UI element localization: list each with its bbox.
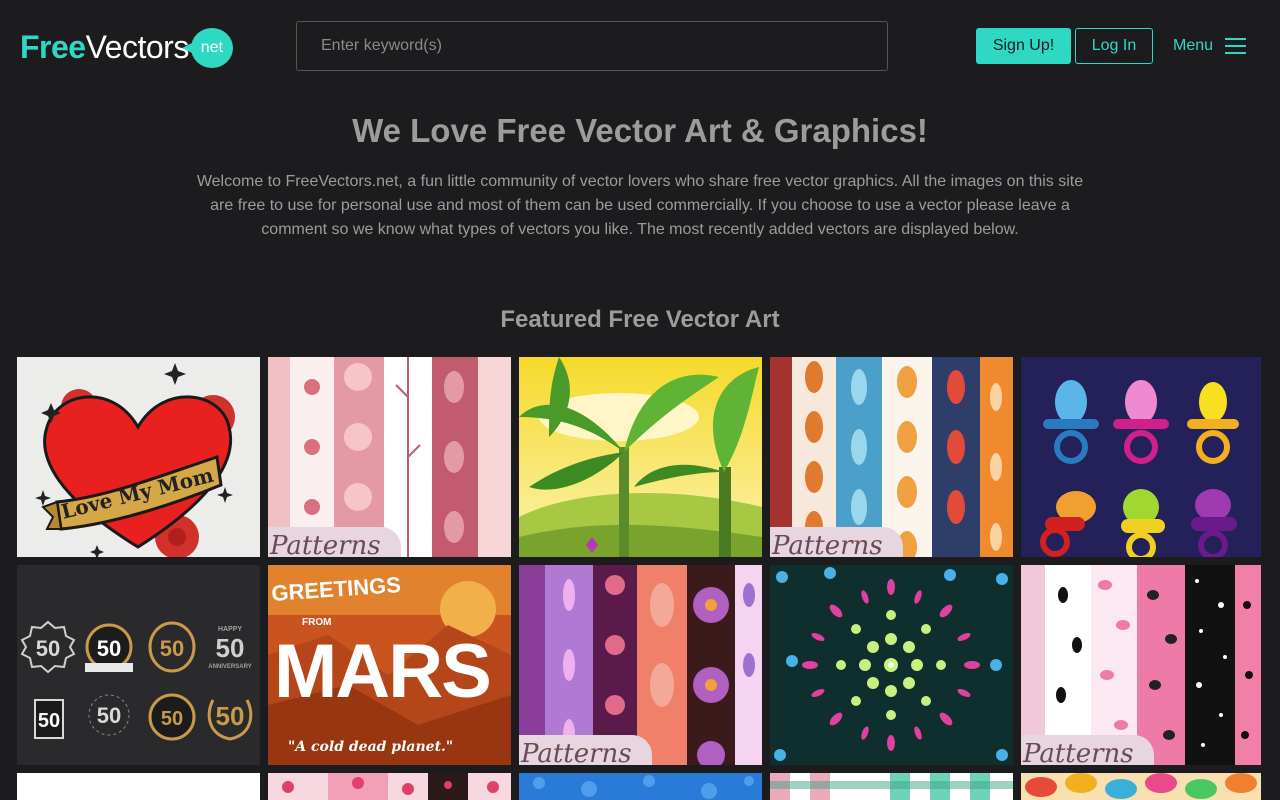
badge-number: 50: [97, 636, 121, 661]
mars-tagline-text: "A cold dead planet.": [288, 739, 453, 755]
badge-number: 50: [161, 708, 183, 730]
featured-heading: Featured Free Vector Art: [500, 306, 780, 333]
anniversary-badges-image: 50 50 50 HAPPY 50 ANNIVERSARY 50 50 50 5…: [17, 565, 260, 765]
site-logo[interactable]: Free Vectors net: [20, 24, 233, 70]
logo-net-badge: net: [181, 28, 233, 68]
greetings-from-mars-image: GREETINGS FROM MARS "A cold dead planet.…: [268, 565, 511, 765]
pink-pattern-image: [268, 773, 511, 800]
badge-number: 50: [97, 703, 121, 728]
patterns-caption: Patterns: [770, 527, 903, 557]
badge-top-text: HAPPY: [218, 626, 242, 633]
login-button[interactable]: Log In: [1075, 28, 1153, 64]
love-my-mom-image: Love My Mom: [17, 357, 260, 557]
vector-tile-pink[interactable]: [268, 773, 511, 800]
intro-text: Welcome to FreeVectors.net, a fun little…: [196, 173, 1084, 238]
vector-tile-banana-trees[interactable]: [519, 357, 762, 557]
vector-tile-pink-patterns[interactable]: Patterns: [268, 357, 511, 557]
badge-number: 50: [36, 636, 60, 661]
vector-tile-anniversary-badges[interactable]: 50 50 50 HAPPY 50 ANNIVERSARY 50 50 50 5…: [17, 565, 260, 765]
page-title: We Love Free Vector Art & Graphics!: [352, 112, 928, 149]
vector-tile-floral-patterns[interactable]: Patterns: [519, 565, 762, 765]
signup-button[interactable]: Sign Up!: [976, 28, 1071, 64]
colorful-pattern-image: [1021, 773, 1261, 800]
badge-number: 50: [216, 701, 245, 731]
logo-free-text: Free: [20, 28, 86, 65]
logo-vectors-text: Vectors: [85, 28, 190, 65]
vector-tile-blue[interactable]: [519, 773, 762, 800]
gingham-image: [770, 773, 1013, 800]
vector-tile-gem-mandala[interactable]: [770, 565, 1013, 765]
vector-tile-gingham[interactable]: [770, 773, 1013, 800]
patterns-caption: Patterns: [1021, 735, 1154, 765]
vector-tile-spotted-patterns[interactable]: Patterns: [1021, 565, 1261, 765]
badge-sub-text: ANNIVERSARY: [208, 664, 251, 670]
banana-trees-image: [519, 357, 762, 557]
vector-tile-love-my-mom[interactable]: Love My Mom: [17, 357, 260, 557]
vector-tile-leaf-patterns[interactable]: Patterns: [770, 357, 1013, 557]
patterns-caption: Patterns: [519, 735, 652, 765]
badge-number: 50: [216, 633, 245, 663]
mars-title-text: MARS: [274, 629, 490, 714]
mars-from-text: FROM: [302, 617, 331, 628]
menu-label: Menu: [1173, 37, 1214, 54]
blue-texture-image: [519, 773, 762, 800]
site-header: Free Vectors net Sign Up! Log In Menu: [0, 0, 1280, 92]
search-input[interactable]: [296, 21, 888, 71]
vector-tile-greetings-from-mars[interactable]: GREETINGS FROM MARS "A cold dead planet.…: [268, 565, 511, 765]
vector-tile-pacifiers[interactable]: [1021, 357, 1261, 557]
pacifiers-image: [1021, 357, 1261, 557]
menu-button[interactable]: Menu: [1173, 28, 1247, 64]
badge-number: 50: [160, 636, 184, 661]
hamburger-icon: [1225, 38, 1247, 54]
gem-mandala-image: [770, 565, 1013, 765]
badge-number: 50: [38, 710, 60, 732]
vector-tile-colorful[interactable]: [1021, 773, 1261, 800]
patterns-caption: Patterns: [268, 527, 401, 557]
vector-tile-white[interactable]: [17, 773, 260, 800]
